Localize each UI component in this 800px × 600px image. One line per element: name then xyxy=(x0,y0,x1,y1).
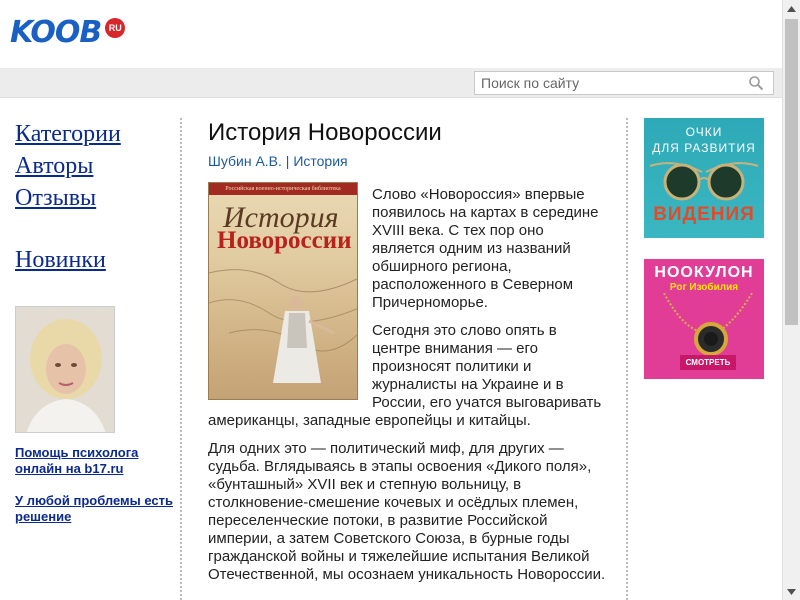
book-cover-image[interactable]: Российская военно-историческая библиотек… xyxy=(208,182,358,400)
article-byline: Шубин А.В. | История xyxy=(208,152,606,170)
scrollbar-thumb[interactable] xyxy=(785,19,798,325)
ad-banner-pendant[interactable]: НООКУЛОН Рог Изобилия СМОТРЕТЬ xyxy=(644,259,764,379)
sidebar-links: Помощь психолога онлайн на b17.ru У любо… xyxy=(15,445,175,525)
pendant-icon xyxy=(663,293,753,356)
category-link[interactable]: История xyxy=(293,153,347,169)
left-sidebar: Категории Авторы Отзывы Новинки Помощь п… xyxy=(15,118,175,525)
page-scrollbar[interactable] xyxy=(782,0,800,600)
search-bar xyxy=(0,68,782,98)
main-content: История Новороссии Шубин А.В. | История … xyxy=(208,118,606,584)
right-divider xyxy=(626,118,628,600)
ad1-headline: ОЧКИ ДЛЯ РАЗВИТИЯ xyxy=(644,118,764,156)
article-paragraph: Для одних это — политический миф, для др… xyxy=(208,440,606,583)
ad2-watch-button[interactable]: СМОТРЕТЬ xyxy=(680,355,736,370)
logo-text: KOOB xyxy=(10,15,102,50)
nav-link-authors[interactable]: Авторы xyxy=(15,150,175,182)
ad1-line2: ДЛЯ РАЗВИТИЯ xyxy=(652,141,756,155)
search-input[interactable] xyxy=(475,72,745,94)
ad-banner-glasses[interactable]: ОЧКИ ДЛЯ РАЗВИТИЯ ВИДЕНИЯ xyxy=(644,118,764,238)
site-logo[interactable]: KOOB RU xyxy=(10,15,126,50)
search-icon[interactable] xyxy=(745,72,767,94)
sidebar-link-solution[interactable]: У любой проблемы есть решение xyxy=(15,493,175,525)
avatar-photo-icon xyxy=(16,307,114,432)
psychologist-avatar[interactable] xyxy=(15,306,115,433)
logo-badge: RU xyxy=(105,18,126,38)
glasses-icon xyxy=(649,162,759,201)
nav-link-new[interactable]: Новинки xyxy=(15,244,175,276)
left-divider xyxy=(180,118,182,600)
search-box xyxy=(474,71,774,95)
nav-link-categories[interactable]: Категории xyxy=(15,118,175,150)
cover-illustration-icon xyxy=(209,269,357,383)
author-link[interactable]: Шубин А.В. xyxy=(208,153,282,169)
sidebar-link-psychologist[interactable]: Помощь психолога онлайн на b17.ru xyxy=(15,445,175,477)
scroll-down-arrow-icon[interactable] xyxy=(783,583,800,600)
article-title: История Новороссии xyxy=(208,119,442,146)
nav-link-reviews[interactable]: Отзывы xyxy=(15,182,175,214)
ad1-line3: ВИДЕНИЯ xyxy=(653,204,755,225)
ad2-title: НООКУЛОН xyxy=(654,264,754,281)
ad1-line1: ОЧКИ xyxy=(685,125,723,139)
byline-separator: | xyxy=(281,153,294,169)
header: KOOB RU xyxy=(0,0,782,68)
ad2-subtitle: Рог Изобилия xyxy=(669,282,739,293)
scroll-up-arrow-icon[interactable] xyxy=(783,0,800,17)
